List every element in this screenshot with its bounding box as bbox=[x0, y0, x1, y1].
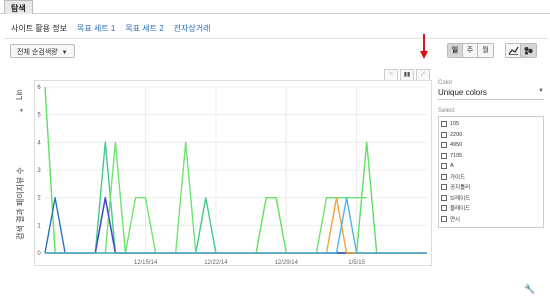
series-item[interactable]: 4950 bbox=[441, 140, 541, 151]
motion-chart-button[interactable] bbox=[521, 44, 536, 57]
series-item[interactable]: 7105 bbox=[441, 151, 541, 162]
line-view-icon: ⟋ bbox=[420, 72, 426, 78]
series-item[interactable]: A bbox=[441, 161, 541, 172]
divider bbox=[4, 38, 548, 39]
series-name: 블레이드 bbox=[450, 206, 471, 213]
series-item[interactable]: 블레이드 bbox=[441, 203, 541, 214]
series-name: 가이드 bbox=[450, 174, 466, 181]
color-label: Color bbox=[438, 80, 453, 86]
subnav-ecommerce[interactable]: 전자상거래 bbox=[174, 23, 211, 35]
select-label: Select bbox=[438, 108, 455, 114]
tab-explore[interactable]: 탐색 bbox=[4, 0, 33, 14]
wrench-icon[interactable]: 🔧 bbox=[524, 284, 535, 295]
line-chart-icon bbox=[507, 46, 519, 55]
x-tick-label: 12/29/14 bbox=[275, 260, 299, 266]
y-tick-label: 5 bbox=[37, 113, 41, 119]
subnav-goal-set-2[interactable]: 목표 세트 2 bbox=[125, 23, 163, 35]
series-item[interactable]: 연시 bbox=[441, 214, 541, 225]
color-dropdown-value: Unique colors bbox=[438, 88, 487, 97]
series-item[interactable]: 브레이드 bbox=[441, 193, 541, 204]
metric-dropdown-label: 전체 순검색량 bbox=[17, 49, 58, 56]
x-tick-label: 12/22/14 bbox=[204, 260, 228, 266]
series-name: 4950 bbox=[450, 142, 463, 149]
y-tick-label: 4 bbox=[37, 140, 41, 146]
period-day-button[interactable]: 일 bbox=[448, 44, 463, 57]
y-tick-label: 3 bbox=[37, 168, 41, 174]
subnav-site-usage[interactable]: 사이트 활용 정보 bbox=[11, 23, 67, 35]
x-tick-label: 12/15/14 bbox=[134, 260, 158, 266]
checkbox[interactable] bbox=[441, 142, 447, 149]
top-tab-bar: 탐색 bbox=[0, 0, 550, 14]
bubble-view-icon: ⁘ bbox=[388, 72, 394, 78]
checkbox[interactable] bbox=[441, 152, 447, 159]
series-name: 연시 bbox=[450, 216, 461, 223]
series-name: 105 bbox=[450, 121, 460, 128]
y-axis-label: 검색 결과 페이지뷰 수 bbox=[16, 167, 25, 240]
series-select-list: 105 2200 4950 7105 A 가이드 공지틀러 브레이드 블레이드 … bbox=[438, 116, 544, 228]
checkbox[interactable] bbox=[441, 194, 447, 201]
checkbox[interactable] bbox=[441, 131, 447, 138]
scale-toggle[interactable]: Lin bbox=[15, 89, 24, 100]
series-item[interactable]: 공지틀러 bbox=[441, 182, 541, 193]
chart-type-toggle bbox=[505, 43, 537, 58]
series-name: 브레이드 bbox=[450, 195, 471, 202]
line-chart: 0 1 2 3 4 5 6 12/15/14 12/22/14 12/29/14 1/5/15 bbox=[37, 85, 427, 266]
series-name: 2200 bbox=[450, 131, 463, 138]
y-tick-label: 2 bbox=[37, 196, 41, 202]
checkbox[interactable] bbox=[441, 184, 447, 191]
checkbox[interactable] bbox=[441, 121, 447, 128]
checkbox[interactable] bbox=[441, 173, 447, 180]
report-subnav: 사이트 활용 정보 목표 세트 1 목표 세트 2 전자상거래 bbox=[11, 23, 210, 35]
annotation-arrow bbox=[420, 34, 428, 59]
y-tick-label: 6 bbox=[37, 85, 41, 91]
checkbox[interactable] bbox=[441, 205, 447, 212]
chevron-down-icon: ▼ bbox=[538, 88, 544, 94]
chart-area: 0 1 2 3 4 5 6 12/15/14 12/22/14 12/29/14 1/5/15 bbox=[34, 80, 432, 266]
color-dropdown[interactable]: Unique colors ▼ bbox=[438, 88, 544, 100]
series-item[interactable]: 105 bbox=[441, 119, 541, 130]
period-month-button[interactable]: 월 bbox=[478, 44, 493, 57]
checkbox[interactable] bbox=[441, 215, 447, 222]
series-name: 공지틀러 bbox=[450, 185, 471, 192]
period-toggle: 일 주 월 bbox=[447, 43, 494, 58]
bar-view-icon: ▮▮ bbox=[403, 72, 411, 78]
subnav-goal-set-1[interactable]: 목표 세트 1 bbox=[77, 23, 115, 35]
y-tick-label: 1 bbox=[37, 223, 41, 229]
series-item[interactable]: 2200 bbox=[441, 130, 541, 141]
line-chart-button[interactable] bbox=[506, 44, 521, 57]
checkbox[interactable] bbox=[441, 163, 447, 170]
motion-chart-icon bbox=[524, 47, 533, 55]
series-item[interactable]: 가이드 bbox=[441, 172, 541, 183]
x-tick-label: 1/5/15 bbox=[348, 260, 365, 266]
series-name: A bbox=[450, 163, 454, 170]
series-name: 7105 bbox=[450, 152, 463, 159]
chevron-down-icon: ▼ bbox=[19, 108, 24, 114]
period-week-button[interactable]: 주 bbox=[463, 44, 478, 57]
series-side-panel: Color Unique colors ▼ Select 105 2200 49… bbox=[438, 80, 544, 228]
metric-dropdown[interactable]: 전체 순검색량 ▼ bbox=[10, 44, 75, 58]
y-tick-label: 0 bbox=[37, 251, 41, 257]
chevron-down-icon: ▼ bbox=[61, 50, 68, 56]
